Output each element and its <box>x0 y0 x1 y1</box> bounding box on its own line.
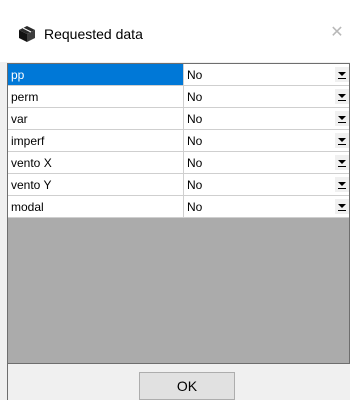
table-row[interactable]: perm No <box>8 86 349 108</box>
row-value-text: No <box>187 134 203 148</box>
row-value-text: No <box>187 200 203 214</box>
ok-button[interactable]: OK <box>139 372 235 400</box>
chevron-down-icon[interactable] <box>335 155 349 170</box>
chevron-down-icon[interactable] <box>335 67 349 82</box>
row-value-dropdown[interactable]: No <box>184 152 349 174</box>
title-bar[interactable]: Requested data ✕ <box>0 0 350 62</box>
chevron-down-icon[interactable] <box>335 199 349 214</box>
row-value-dropdown[interactable]: No <box>184 108 349 130</box>
chevron-down-icon[interactable] <box>335 133 349 148</box>
row-value-text: No <box>187 68 203 82</box>
row-value-dropdown[interactable]: No <box>184 174 349 196</box>
table-row[interactable]: var No <box>8 108 349 130</box>
row-value-text: No <box>187 156 203 170</box>
row-value-dropdown[interactable]: No <box>184 196 349 218</box>
table-row[interactable]: vento Y No <box>8 174 349 196</box>
row-name-cell[interactable]: pp <box>8 64 184 86</box>
table-row[interactable]: modal No <box>8 196 349 218</box>
data-grid: pp No perm No var No imperf No vento X N… <box>7 63 350 363</box>
chevron-down-icon[interactable] <box>335 177 349 192</box>
requested-data-dialog: Requested data ✕ pp No perm No var No im… <box>0 0 350 400</box>
row-name-cell[interactable]: vento X <box>8 152 184 174</box>
row-name-cell[interactable]: perm <box>8 86 184 108</box>
row-value-text: No <box>187 178 203 192</box>
row-name-cell[interactable]: imperf <box>8 130 184 152</box>
row-value-text: No <box>187 112 203 126</box>
table-row[interactable]: pp No <box>8 64 349 86</box>
box-icon <box>19 26 35 42</box>
chevron-down-icon[interactable] <box>335 89 349 104</box>
row-name-cell[interactable]: modal <box>8 196 184 218</box>
row-value-dropdown[interactable]: No <box>184 64 349 86</box>
row-name-cell[interactable]: var <box>8 108 184 130</box>
table-row[interactable]: imperf No <box>8 130 349 152</box>
chevron-down-icon[interactable] <box>335 111 349 126</box>
row-value-dropdown[interactable]: No <box>184 130 349 152</box>
close-icon[interactable]: ✕ <box>326 22 348 44</box>
row-value-dropdown[interactable]: No <box>184 86 349 108</box>
row-name-cell[interactable]: vento Y <box>8 174 184 196</box>
row-value-text: No <box>187 90 203 104</box>
table-row[interactable]: vento X No <box>8 152 349 174</box>
dialog-title: Requested data <box>44 26 143 42</box>
